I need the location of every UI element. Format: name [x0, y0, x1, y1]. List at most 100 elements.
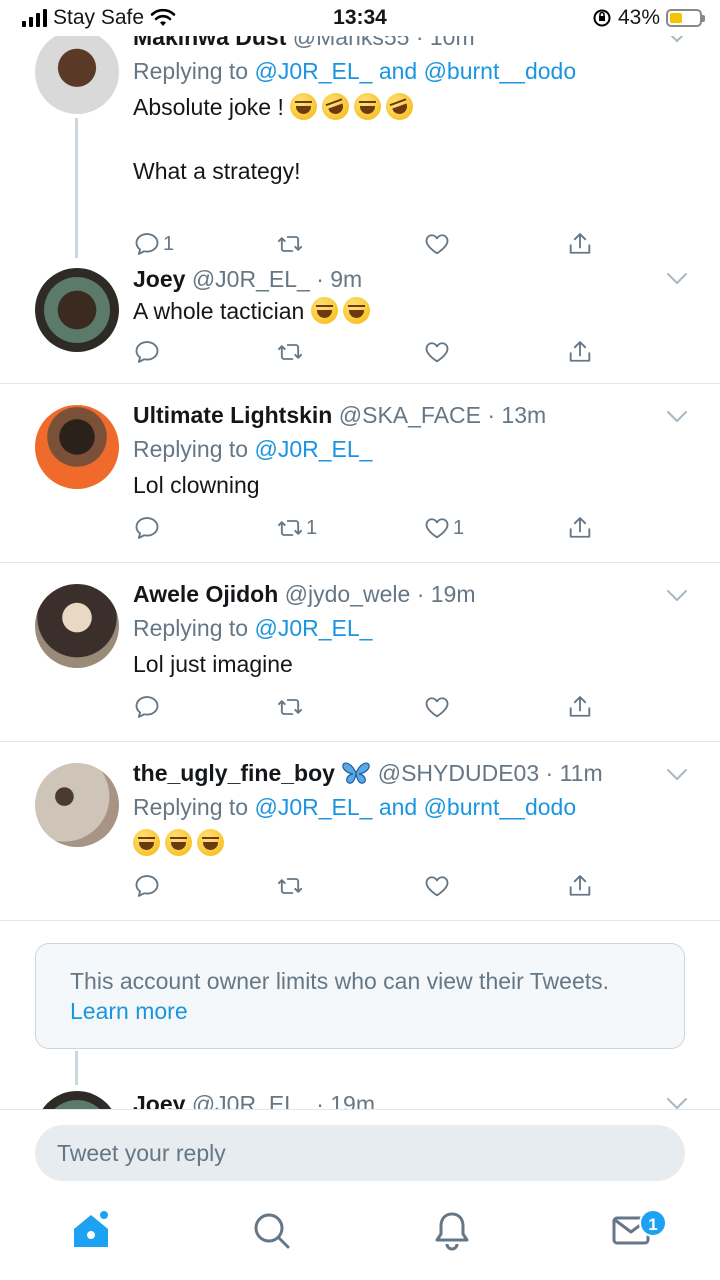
- mention-link[interactable]: @J0R_EL_: [254, 615, 372, 641]
- author-name[interactable]: Ultimate Lightskin: [133, 402, 332, 428]
- tweet[interactable]: the_ugly_fine_boy @SHYDUDE03 · 11m Reply…: [0, 742, 720, 921]
- mention-link[interactable]: @J0R_EL_ and @burnt__dodo: [254, 794, 576, 820]
- mention-link[interactable]: @J0R_EL_ and @burnt__dodo: [254, 58, 576, 84]
- retweet-button[interactable]: [276, 230, 306, 258]
- avatar[interactable]: [35, 405, 119, 489]
- share-button[interactable]: [566, 514, 594, 542]
- like-icon: [423, 338, 451, 366]
- laughing-emoji: [342, 297, 370, 324]
- tweet-actions: [133, 872, 603, 904]
- retweet-button[interactable]: 1: [276, 514, 317, 542]
- reply-icon: [133, 872, 161, 900]
- thread-line: [75, 118, 78, 258]
- reply-button[interactable]: [133, 872, 163, 900]
- chevron-down-icon[interactable]: [666, 768, 688, 782]
- retweet-icon: [276, 338, 304, 366]
- tweet-time: · 19m: [316, 1091, 375, 1109]
- status-bar: Stay Safe 13:34 43%: [0, 0, 720, 36]
- like-button[interactable]: [423, 872, 453, 900]
- replying-to: Replying to @J0R_EL_ and @burnt__dodo: [133, 58, 577, 84]
- like-button[interactable]: [423, 693, 453, 721]
- share-icon: [566, 514, 594, 542]
- avatar[interactable]: [35, 763, 119, 847]
- tweet[interactable]: Ultimate Lightskin @SKA_FACE · 13m Reply…: [0, 384, 720, 563]
- avatar[interactable]: [35, 36, 119, 114]
- tweet-text: [133, 828, 690, 858]
- share-icon: [566, 230, 594, 258]
- tab-search[interactable]: [250, 1209, 292, 1251]
- reply-bar: [0, 1109, 720, 1195]
- reply-icon: [133, 338, 161, 366]
- author-name[interactable]: Joey: [133, 1091, 185, 1109]
- learn-more-link[interactable]: Learn more: [70, 998, 188, 1024]
- avatar[interactable]: [35, 1091, 119, 1109]
- tweet[interactable]: Joey @J0R_EL_ · 19m: [0, 1049, 720, 1109]
- author-handle[interactable]: @J0R_EL_: [192, 266, 310, 292]
- reply-button[interactable]: [133, 693, 163, 721]
- reply-icon: [133, 693, 161, 721]
- author-name[interactable]: Awele Ojidoh: [133, 581, 278, 607]
- retweet-button[interactable]: [276, 872, 306, 900]
- like-icon: [423, 514, 451, 542]
- author-handle[interactable]: @jydo_wele: [285, 581, 411, 607]
- avatar[interactable]: [35, 584, 119, 668]
- tweet-text: Lol clowning: [133, 472, 260, 498]
- tweet[interactable]: Awele Ojidoh @jydo_wele · 19m Replying t…: [0, 563, 720, 742]
- author-handle[interactable]: @Mariks55: [293, 36, 410, 50]
- tweet-reply-input[interactable]: [35, 1125, 685, 1181]
- like-count: 1: [453, 516, 465, 539]
- reply-button[interactable]: [133, 338, 163, 366]
- share-button[interactable]: [566, 230, 594, 258]
- chevron-down-icon[interactable]: [666, 410, 688, 424]
- laughing-emoji: [310, 297, 338, 324]
- butterfly-emoji: [342, 762, 371, 784]
- like-button[interactable]: [423, 338, 453, 366]
- replying-to: Replying to @J0R_EL_ and @burnt__dodo: [133, 794, 577, 820]
- like-icon: [423, 872, 451, 900]
- retweet-count: 1: [306, 516, 318, 539]
- tab-notifications[interactable]: [431, 1209, 473, 1251]
- replying-to: Replying to @J0R_EL_: [133, 436, 373, 462]
- author-handle[interactable]: @SKA_FACE: [339, 402, 481, 428]
- laughing-emoji: [165, 829, 192, 856]
- author-handle[interactable]: @SHYDUDE03: [378, 760, 539, 786]
- retweet-button[interactable]: [276, 338, 306, 366]
- tweet-feed[interactable]: Makinwa Dust @Mariks55 · 10m Replying to…: [0, 36, 720, 1109]
- tweet[interactable]: Joey @J0R_EL_ · 9m A whole tactician: [0, 258, 720, 384]
- mention-link[interactable]: @J0R_EL_: [254, 436, 372, 462]
- protected-account-notice: This account owner limits who can view t…: [35, 943, 685, 1049]
- reply-icon: [133, 514, 161, 542]
- tweet[interactable]: Makinwa Dust @Mariks55 · 10m Replying to…: [0, 36, 720, 258]
- retweet-button[interactable]: [276, 693, 306, 721]
- tweet-actions: 1 1: [133, 514, 603, 546]
- avatar[interactable]: [35, 268, 119, 352]
- author-name[interactable]: Joey: [133, 266, 185, 292]
- tweet-time: · 13m: [487, 402, 547, 428]
- author-name[interactable]: the_ugly_fine_boy: [133, 760, 335, 786]
- reply-icon: [133, 230, 161, 258]
- notice-text: This account owner limits who can view t…: [70, 968, 610, 994]
- retweet-icon: [276, 230, 304, 258]
- tweet-time: · 10m: [415, 36, 475, 50]
- author-name[interactable]: Makinwa Dust: [133, 36, 286, 50]
- share-button[interactable]: [566, 693, 594, 721]
- tab-home[interactable]: [70, 1209, 112, 1251]
- chevron-down-icon[interactable]: [666, 589, 688, 603]
- chevron-down-icon[interactable]: [666, 36, 688, 44]
- home-icon: [74, 1211, 108, 1247]
- share-icon: [566, 338, 594, 366]
- share-button[interactable]: [566, 872, 594, 900]
- like-button[interactable]: 1: [423, 514, 464, 542]
- messages-badge: 1: [639, 1209, 667, 1237]
- chevron-down-icon[interactable]: [666, 1097, 688, 1109]
- tweet-text: A whole tactician: [133, 296, 690, 326]
- tweet-text: Absolute joke !: [133, 89, 690, 124]
- author-handle[interactable]: @J0R_EL_: [192, 1091, 310, 1109]
- thread-line: [75, 1051, 78, 1085]
- reply-button[interactable]: 1: [133, 230, 174, 258]
- rofl-emoji: [318, 89, 354, 124]
- like-button[interactable]: [423, 230, 453, 258]
- reply-button[interactable]: [133, 514, 163, 542]
- chevron-down-icon[interactable]: [666, 272, 688, 286]
- share-button[interactable]: [566, 338, 594, 366]
